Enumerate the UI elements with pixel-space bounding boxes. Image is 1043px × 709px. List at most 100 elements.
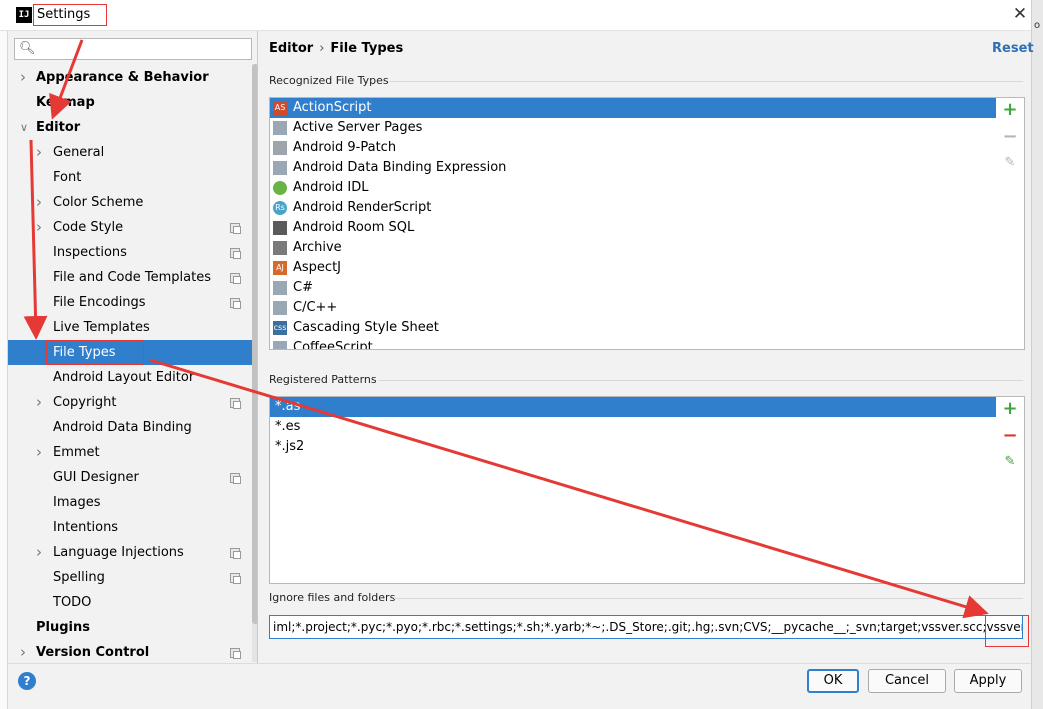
remove-pattern-button[interactable]: − bbox=[997, 425, 1023, 447]
ignore-files-field[interactable]: iml;*.project;*.pyc;*.pyo;*.rbc;*.settin… bbox=[269, 615, 1023, 639]
help-icon[interactable]: ? bbox=[18, 672, 36, 690]
project-settings-icon bbox=[230, 398, 241, 409]
sidebar-item-keymap[interactable]: Keymap bbox=[8, 90, 256, 115]
sidebar-item-appearance-behavior[interactable]: › Appearance & Behavior bbox=[8, 65, 256, 90]
search-input[interactable]: 🔍︎ bbox=[14, 38, 252, 60]
intellij-logo-icon: IJ bbox=[16, 7, 32, 23]
cancel-button[interactable]: Cancel bbox=[868, 669, 946, 693]
file-type-row[interactable]: AS ActionScript bbox=[270, 98, 996, 118]
sidebar-item-editor[interactable]: ∨ Editor bbox=[8, 115, 256, 140]
file-type-row[interactable]: Active Server Pages bbox=[270, 118, 1016, 138]
renderscript-icon: Rs bbox=[273, 201, 287, 215]
file-type-row[interactable]: Rs Android RenderScript bbox=[270, 198, 1016, 218]
chevron-right-icon[interactable]: › bbox=[20, 65, 26, 90]
add-pattern-button[interactable]: + bbox=[997, 398, 1023, 420]
sidebar-item-intentions[interactable]: Intentions bbox=[8, 515, 256, 540]
file-type-label: C/C++ bbox=[293, 300, 338, 315]
chevron-right-icon[interactable]: › bbox=[36, 440, 42, 465]
pattern-row[interactable]: *.as bbox=[270, 397, 996, 417]
close-icon[interactable]: ✕ bbox=[1010, 4, 1030, 24]
sidebar-item-label: Android Data Binding bbox=[53, 420, 192, 435]
project-settings-icon bbox=[230, 573, 241, 584]
android-icon bbox=[273, 181, 287, 195]
database-icon bbox=[273, 221, 287, 235]
file-type-label: CoffeeScript bbox=[293, 340, 373, 350]
ok-button[interactable]: OK bbox=[807, 669, 859, 693]
sidebar-item-spelling[interactable]: Spelling bbox=[8, 565, 256, 590]
file-type-label: Android IDL bbox=[293, 180, 369, 195]
background-editor-strip: o bbox=[1031, 0, 1043, 709]
sidebar-item-label: Code Style bbox=[53, 220, 124, 235]
sidebar-item-copyright[interactable]: › Copyright bbox=[8, 390, 256, 415]
pattern-row[interactable]: *.js2 bbox=[270, 437, 1016, 457]
apply-button[interactable]: Apply bbox=[954, 669, 1022, 693]
actionscript-icon: AS bbox=[273, 101, 287, 115]
edit-file-type-button[interactable]: ✎ bbox=[997, 152, 1023, 174]
file-type-row[interactable]: C/C++ bbox=[270, 298, 1016, 318]
project-settings-icon bbox=[230, 548, 241, 559]
sidebar-item-plugins[interactable]: Plugins bbox=[8, 615, 256, 640]
sidebar-item-font[interactable]: Font bbox=[8, 165, 256, 190]
sidebar-item-images[interactable]: Images bbox=[8, 490, 256, 515]
chevron-right-icon[interactable]: › bbox=[36, 140, 42, 165]
sidebar-item-label: Spelling bbox=[53, 570, 105, 585]
sidebar-item-language-injections[interactable]: › Language Injections bbox=[8, 540, 256, 565]
file-type-row[interactable]: Android Room SQL bbox=[270, 218, 1016, 238]
chevron-right-icon[interactable]: › bbox=[36, 540, 42, 565]
sidebar-item-emmet[interactable]: › Emmet bbox=[8, 440, 256, 465]
chevron-right-icon[interactable]: › bbox=[36, 390, 42, 415]
sidebar-item-todo[interactable]: TODO bbox=[8, 590, 256, 615]
sidebar-item-label: Version Control bbox=[36, 645, 150, 660]
add-file-type-button[interactable]: + bbox=[997, 99, 1023, 121]
file-type-row[interactable]: Android 9-Patch bbox=[270, 138, 1016, 158]
divider bbox=[389, 81, 1023, 82]
pattern-label: *.es bbox=[275, 419, 301, 434]
file-type-row[interactable]: css Cascading Style Sheet bbox=[270, 318, 1016, 338]
reset-link[interactable]: Reset bbox=[992, 41, 1034, 56]
sidebar-item-color-scheme[interactable]: › Color Scheme bbox=[8, 190, 256, 215]
file-type-label: Android 9-Patch bbox=[293, 140, 397, 155]
remove-file-type-button[interactable]: − bbox=[997, 126, 1023, 148]
sidebar-item-gui-designer[interactable]: GUI Designer bbox=[8, 465, 256, 490]
chevron-down-icon[interactable]: ∨ bbox=[20, 115, 28, 140]
file-type-row[interactable]: Android IDL bbox=[270, 178, 1016, 198]
divider bbox=[394, 598, 1023, 599]
css-icon: css bbox=[273, 321, 287, 335]
annotation-file-types-box bbox=[46, 340, 144, 365]
file-type-label: Active Server Pages bbox=[293, 120, 423, 135]
file-type-row[interactable]: AJ AspectJ bbox=[270, 258, 1016, 278]
file-type-label: Archive bbox=[293, 240, 342, 255]
aspectj-icon: AJ bbox=[273, 261, 287, 275]
settings-sidebar: 🔍︎ › Appearance & Behavior Keymap ∨ Editor › G… bbox=[8, 31, 258, 663]
file-type-label: Cascading Style Sheet bbox=[293, 320, 439, 335]
sidebar-item-version-control[interactable]: › Version Control bbox=[8, 640, 256, 663]
file-type-row[interactable]: Android Data Binding Expression bbox=[270, 158, 1016, 178]
sidebar-item-code-style[interactable]: › Code Style bbox=[8, 215, 256, 240]
patterns-list[interactable]: *.as *.es *.js2 bbox=[269, 396, 1025, 584]
breadcrumb-file-types: File Types bbox=[330, 41, 404, 56]
breadcrumb-editor: Editor bbox=[269, 41, 314, 56]
sidebar-item-file-and-code-templates[interactable]: File and Code Templates bbox=[8, 265, 256, 290]
file-type-row[interactable]: Archive bbox=[270, 238, 1016, 258]
chevron-right-icon[interactable]: › bbox=[36, 190, 42, 215]
chevron-right-icon[interactable]: › bbox=[20, 640, 26, 663]
file-types-list[interactable]: AS ActionScript Active Server Pages Android… bbox=[269, 97, 1025, 350]
sidebar-item-general[interactable]: › General bbox=[8, 140, 256, 165]
sidebar-scrollbar-thumb[interactable] bbox=[252, 64, 257, 624]
file-types-panel: Editor › File Types Reset Recognized File … bbox=[259, 31, 1034, 663]
edit-pattern-button[interactable]: ✎ bbox=[997, 451, 1023, 473]
sidebar-item-android-data-binding[interactable]: Android Data Binding bbox=[8, 415, 256, 440]
background-editor-left bbox=[0, 31, 8, 709]
chevron-right-icon[interactable]: › bbox=[36, 215, 42, 240]
dialog-footer: ? OK Cancel Apply bbox=[8, 663, 1031, 709]
sidebar-item-file-encodings[interactable]: File Encodings bbox=[8, 290, 256, 315]
sidebar-item-inspections[interactable]: Inspections bbox=[8, 240, 256, 265]
sidebar-item-live-templates[interactable]: Live Templates bbox=[8, 315, 256, 340]
sidebar-item-label: Intentions bbox=[53, 520, 119, 535]
file-type-row[interactable]: CoffeeScript bbox=[270, 338, 1016, 350]
pattern-row[interactable]: *.es bbox=[270, 417, 1016, 437]
file-type-row[interactable]: C# bbox=[270, 278, 1016, 298]
project-settings-icon bbox=[230, 298, 241, 309]
pattern-label: *.js2 bbox=[275, 439, 305, 454]
sidebar-item-android-layout-editor[interactable]: Android Layout Editor bbox=[8, 365, 256, 390]
